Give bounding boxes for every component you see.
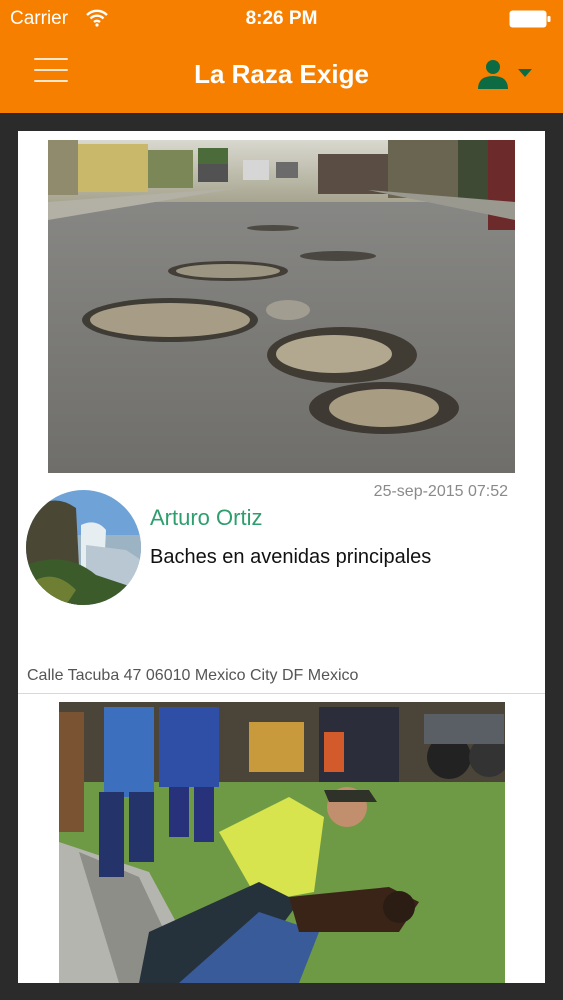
user-dropdown-button[interactable] [476, 58, 536, 90]
post-photo[interactable] [48, 140, 515, 473]
battery-icon [509, 10, 551, 28]
post-title: Baches en avenidas principales [150, 546, 432, 568]
feed[interactable]: 25-sep-2015 07:52 Arturo Ortiz Baches en… [18, 131, 545, 983]
chevron-down-icon [518, 69, 532, 77]
clock: 8:26 PM [245, 8, 318, 29]
post-divider [18, 693, 545, 694]
post-author[interactable]: Arturo Ortiz [150, 505, 262, 531]
status-bar: Carrier 8:26 PM [0, 0, 563, 38]
user-icon [478, 60, 508, 89]
bottom-strip [0, 983, 563, 1000]
author-avatar[interactable] [26, 490, 141, 605]
top-bar: Carrier 8:26 PM La Raza Exige [0, 0, 563, 113]
post-timestamp: 25-sep-2015 07:52 [373, 483, 508, 500]
post-photo[interactable] [59, 702, 505, 983]
post-address: Calle Tacuba 47 06010 Mexico City DF Mex… [27, 667, 359, 684]
